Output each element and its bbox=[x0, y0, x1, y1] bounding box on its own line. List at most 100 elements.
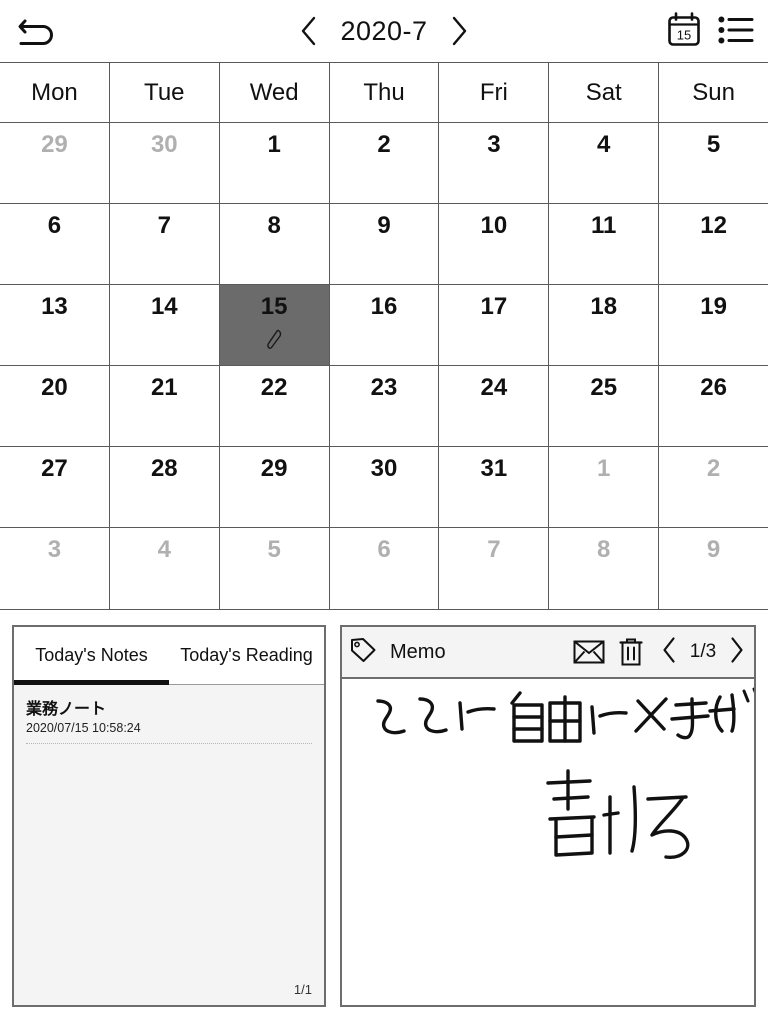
calendar-day-number: 6 bbox=[377, 536, 391, 563]
calendar-day-cell[interactable]: 21 bbox=[110, 366, 220, 446]
memo-toolbar: Memo 1/3 bbox=[342, 627, 754, 679]
calendar-day-cell[interactable]: 20 bbox=[0, 366, 110, 446]
pen-icon bbox=[220, 327, 329, 351]
calendar-day-cell[interactable]: 18 bbox=[549, 285, 660, 365]
calendar-15-icon[interactable]: 15 bbox=[666, 11, 702, 54]
calendar-day-cell[interactable]: 23 bbox=[330, 366, 440, 446]
calendar-day-cell[interactable]: 4 bbox=[549, 123, 660, 203]
memo-next-button[interactable] bbox=[729, 636, 744, 669]
calendar-day-cell[interactable]: 26 bbox=[659, 366, 768, 446]
calendar-day-number: 18 bbox=[590, 293, 618, 320]
prev-month-button[interactable] bbox=[298, 14, 320, 48]
calendar-day-number: 10 bbox=[480, 212, 508, 239]
weekday-header-sun: Sun bbox=[659, 63, 768, 122]
weekday-header-mon: Mon bbox=[0, 63, 110, 122]
calendar-week-row: 27 28 29 30 31 1 2 bbox=[0, 447, 768, 528]
calendar-day-cell[interactable]: 30 bbox=[110, 123, 220, 203]
calendar-day-cell[interactable]: 8 bbox=[220, 204, 330, 284]
calendar-grid: Mon Tue Wed Thu Fri Sat Sun 29 30 1 2 3 4 5 6 7 8… bbox=[0, 62, 768, 610]
calendar-day-cell[interactable]: 2 bbox=[659, 447, 768, 527]
envelope-icon[interactable] bbox=[572, 633, 606, 671]
calendar-day-cell[interactable]: 8 bbox=[549, 528, 660, 609]
calendar-day-cell[interactable]: 7 bbox=[110, 204, 220, 284]
calendar-day-cell[interactable]: 3 bbox=[439, 123, 550, 203]
page-title: 2020-7 bbox=[340, 15, 428, 46]
calendar-day-cell[interactable]: 9 bbox=[659, 528, 768, 609]
calendar-day-number: 6 bbox=[47, 212, 62, 239]
calendar-day-cell[interactable]: 16 bbox=[330, 285, 440, 365]
weekday-header-fri: Fri bbox=[439, 63, 550, 122]
calendar-day-number: 8 bbox=[267, 212, 281, 239]
calendar-day-number: 30 bbox=[370, 455, 398, 482]
calendar-day-cell[interactable]: 12 bbox=[659, 204, 768, 284]
calendar-day-number: 14 bbox=[150, 293, 178, 320]
calendar-day-cell[interactable]: 25 bbox=[549, 366, 660, 446]
calendar-day-number: 5 bbox=[267, 536, 281, 563]
calendar-day-number: 26 bbox=[700, 374, 727, 401]
calendar-day-cell[interactable]: 13 bbox=[0, 285, 110, 365]
tag-icon[interactable] bbox=[350, 636, 380, 669]
calendar-day-number: 27 bbox=[41, 455, 68, 482]
calendar-day-cell[interactable]: 31 bbox=[439, 447, 550, 527]
calendar-day-cell[interactable]: 28 bbox=[110, 447, 220, 527]
calendar-day-cell[interactable]: 5 bbox=[220, 528, 330, 609]
calendar-day-cell[interactable]: 4 bbox=[110, 528, 220, 609]
calendar-day-number: 15 bbox=[260, 293, 288, 320]
calendar-day-cell[interactable]: 17 bbox=[439, 285, 550, 365]
notes-page-indicator: 1/1 bbox=[293, 982, 312, 997]
memo-panel: Memo 1/3 bbox=[340, 625, 756, 1007]
memo-handwriting-canvas[interactable] bbox=[342, 679, 754, 1005]
calendar-day-cell[interactable]: 22 bbox=[220, 366, 330, 446]
calendar-day-cell[interactable]: 5 bbox=[659, 123, 768, 203]
calendar-day-cell[interactable]: 14 bbox=[110, 285, 220, 365]
calendar-day-cell[interactable]: 30 bbox=[330, 447, 440, 527]
calendar-day-number: 28 bbox=[150, 455, 178, 482]
calendar-day-cell-selected[interactable]: 15 bbox=[219, 285, 330, 365]
calendar-week-row: 6 7 8 9 10 11 12 bbox=[0, 204, 768, 285]
calendar-day-cell[interactable]: 3 bbox=[0, 528, 110, 609]
calendar-day-cell[interactable]: 6 bbox=[0, 204, 110, 284]
calendar-day-number: 3 bbox=[47, 536, 62, 563]
weekday-header-sat: Sat bbox=[549, 63, 660, 122]
calendar-day-cell[interactable]: 19 bbox=[659, 285, 768, 365]
top-bar-actions: 15 bbox=[666, 10, 754, 54]
calendar-day-cell[interactable]: 1 bbox=[220, 123, 330, 203]
top-bar: 2020-7 15 bbox=[0, 0, 768, 62]
calendar-day-number: 30 bbox=[150, 131, 178, 158]
next-month-button[interactable] bbox=[448, 14, 470, 48]
calendar-day-cell[interactable]: 2 bbox=[330, 123, 440, 203]
calendar-day-cell[interactable]: 6 bbox=[330, 528, 440, 609]
calendar-day-cell[interactable]: 24 bbox=[439, 366, 550, 446]
tab-todays-notes[interactable]: Today's Notes bbox=[14, 627, 169, 685]
calendar-day-cell[interactable]: 1 bbox=[549, 447, 660, 527]
weekday-label: Mon bbox=[31, 78, 78, 106]
calendar-day-number: 19 bbox=[700, 293, 727, 320]
calendar-week-row: 13 14 15 16 17 18 19 bbox=[0, 285, 768, 366]
calendar-day-number: 1 bbox=[597, 455, 611, 482]
tab-todays-reading[interactable]: Today's Reading bbox=[169, 627, 324, 684]
tab-label: Today's Notes bbox=[35, 645, 148, 666]
memo-prev-button[interactable] bbox=[662, 636, 677, 669]
notes-tab-bar: Today's Notes Today's Reading bbox=[14, 627, 324, 685]
notes-list: 業務ノート 2020/07/15 10:58:24 1/1 bbox=[14, 685, 324, 1005]
calendar-day-number: 31 bbox=[480, 455, 508, 482]
svg-text:15: 15 bbox=[677, 27, 691, 42]
trash-icon[interactable] bbox=[614, 633, 648, 671]
calendar-day-cell[interactable]: 29 bbox=[220, 447, 330, 527]
calendar-day-cell[interactable]: 29 bbox=[0, 123, 110, 203]
calendar-day-cell[interactable]: 7 bbox=[439, 528, 550, 609]
calendar-day-number: 5 bbox=[706, 131, 721, 158]
list-item[interactable]: 業務ノート 2020/07/15 10:58:24 bbox=[26, 695, 312, 750]
list-icon[interactable] bbox=[718, 13, 754, 52]
calendar-day-number: 2 bbox=[706, 455, 721, 482]
calendar-day-cell[interactable]: 27 bbox=[0, 447, 110, 527]
todays-notes-panel: Today's Notes Today's Reading 業務ノート 2020… bbox=[12, 625, 326, 1007]
calendar-day-cell[interactable]: 10 bbox=[439, 204, 550, 284]
calendar-day-cell[interactable]: 11 bbox=[549, 204, 660, 284]
back-button[interactable] bbox=[10, 8, 64, 54]
weekday-label: Sun bbox=[692, 78, 735, 106]
calendar-day-number: 29 bbox=[260, 455, 288, 482]
weekday-label: Tue bbox=[144, 78, 185, 106]
weekday-header-row: Mon Tue Wed Thu Fri Sat Sun bbox=[0, 63, 768, 123]
calendar-day-cell[interactable]: 9 bbox=[330, 204, 440, 284]
